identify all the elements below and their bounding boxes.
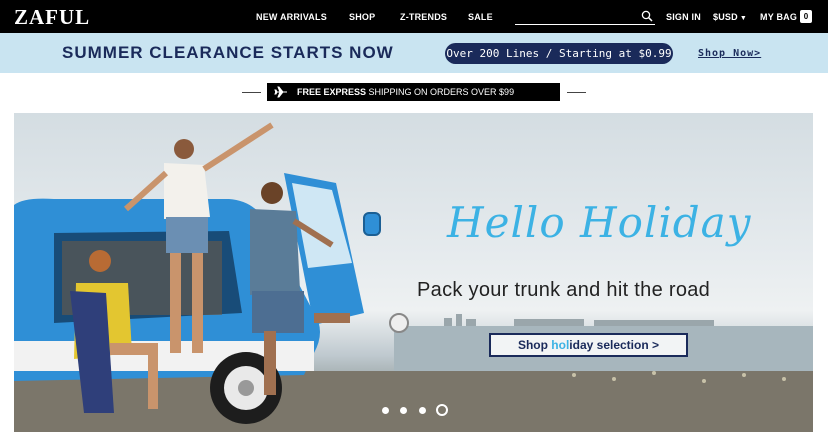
carousel-dots — [382, 404, 452, 418]
zaful-logo[interactable]: ZAFUL — [14, 5, 90, 30]
currency-selector[interactable]: $USD ▼ — [713, 12, 747, 22]
search-box — [515, 8, 655, 25]
promo-title: SUMMER CLEARANCE STARTS NOW — [62, 43, 394, 62]
hero-photo — [14, 122, 813, 432]
city-skyline — [444, 314, 714, 328]
shipping-highlight: FREE EXPRESS — [297, 87, 367, 97]
divider — [242, 92, 261, 93]
sign-in-link[interactable]: SIGN IN — [666, 12, 701, 22]
bag-count-icon[interactable]: 0 — [800, 10, 812, 23]
divider — [567, 92, 586, 93]
nav-shop[interactable]: SHOP — [349, 12, 375, 22]
promo-shop-now-link[interactable]: Shop Now> — [698, 48, 761, 59]
cta-text-b: hol — [551, 338, 570, 352]
hero-banner[interactable]: Hello Holiday Pack your trunk and hit th… — [14, 113, 813, 432]
nav-sale[interactable]: SALE — [468, 12, 493, 22]
search-input[interactable] — [515, 8, 635, 24]
top-navigation-bar: ZAFUL NEW ARRIVALS SHOP Z-TRENDS SALE SI… — [0, 0, 828, 33]
shore — [14, 371, 813, 432]
promo-offer-pill: Over 200 Lines / Starting at $0.99 — [445, 43, 673, 64]
nav-new-arrivals[interactable]: NEW ARRIVALS — [256, 12, 327, 22]
airplane-icon — [274, 86, 287, 98]
shipping-rest: SHIPPING ON ORDERS OVER $99 — [366, 87, 515, 97]
shop-holiday-selection-button[interactable]: Shop holiday selection > — [489, 333, 688, 357]
shipping-text: FREE EXPRESS SHIPPING ON ORDERS OVER $99 — [297, 83, 514, 101]
promo-banner: SUMMER CLEARANCE STARTS NOW Over 200 Lin… — [0, 33, 828, 73]
carousel-dot-3[interactable] — [419, 407, 426, 414]
my-bag-link[interactable]: MY BAG — [760, 12, 797, 22]
hero-headline: Hello Holiday — [447, 198, 752, 247]
search-icon[interactable] — [641, 10, 653, 22]
cta-text-c: iday selection > — [569, 338, 660, 352]
chevron-down-icon: ▼ — [739, 15, 747, 22]
currency-label: $USD — [713, 12, 738, 22]
carousel-dot-4-active[interactable] — [436, 404, 448, 416]
free-shipping-badge: FREE EXPRESS SHIPPING ON ORDERS OVER $99 — [267, 83, 560, 101]
cta-text-a: Shop — [517, 338, 552, 352]
nav-z-trends[interactable]: Z-TRENDS — [400, 12, 447, 22]
hero-subheadline: Pack your trunk and hit the road — [417, 279, 711, 301]
carousel-dot-1[interactable] — [382, 407, 389, 414]
carousel-dot-2[interactable] — [400, 407, 407, 414]
